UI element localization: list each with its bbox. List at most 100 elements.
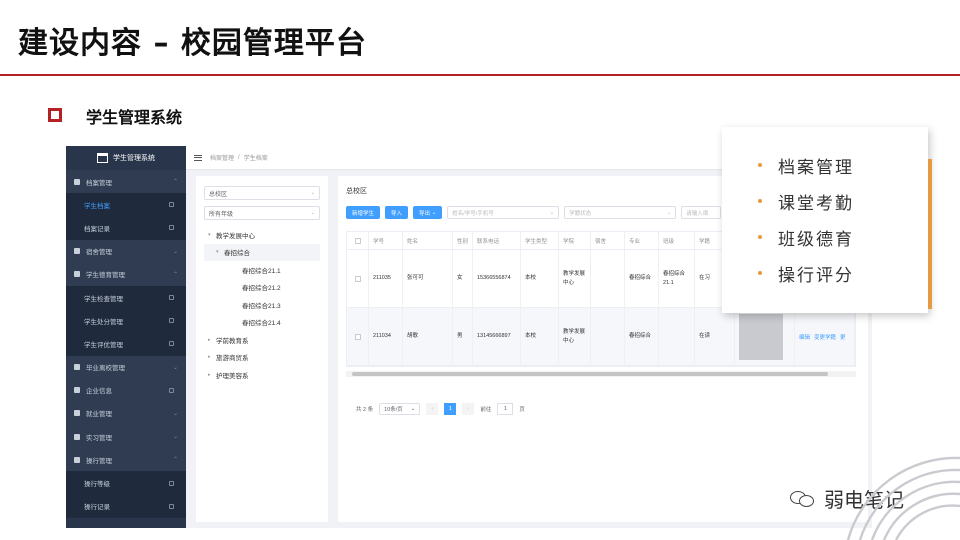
tree-expand-icon: ▸: [208, 354, 211, 361]
tree-node-label: 春招综合21.2: [242, 285, 281, 293]
chevron-icon: ⌄: [172, 434, 178, 441]
prev-page-button[interactable]: ‹: [426, 403, 439, 415]
tree-node[interactable]: ▾ 教学发展中心: [204, 226, 320, 244]
sidebar-header: 学生管理系统: [66, 146, 186, 170]
row-action-link[interactable]: 更: [840, 333, 846, 341]
sidebar-item[interactable]: 操行管理 ⌃: [66, 448, 186, 472]
row-action-link[interactable]: 编辑: [799, 333, 810, 341]
search-placeholder: 姓名/学号/手机号: [452, 210, 494, 217]
feature-list-item: 档案管理: [758, 147, 928, 183]
corner-decoration: [846, 456, 960, 540]
goto-label: 前往: [480, 407, 492, 413]
tree-node[interactable]: ▾ 春招综合: [204, 243, 320, 261]
table-cell: 211035: [369, 250, 403, 307]
tree-node[interactable]: 春招综合21.3: [204, 296, 320, 314]
next-page-button[interactable]: ›: [462, 403, 475, 415]
tree-node-label: 春招综合21.1: [242, 267, 281, 275]
feature-label: 档案管理: [778, 157, 854, 178]
feature-list-item: 班级德育: [758, 219, 928, 255]
org-tree-panel: 总校区 ⌄ 所有年级 ⌄ ▾ 教学发展中心 ▾ 春招综合春招综合21.1 春招综合21.…: [196, 176, 328, 522]
column-header: 联系电话: [473, 232, 521, 249]
sidebar-item-label: 学生档案: [84, 202, 110, 210]
column-header: 学院: [559, 232, 591, 249]
sidebar-item[interactable]: 学生德育管理 ⌃: [66, 262, 186, 286]
bullet-icon: [758, 163, 762, 167]
table-cell: 男: [453, 308, 473, 365]
import-button[interactable]: 导入: [385, 206, 409, 219]
sidebar-item[interactable]: 学生档案: [66, 193, 186, 217]
campus-select-value: 总校区: [209, 191, 228, 198]
status-select[interactable]: 学籍状态 ⌄: [564, 206, 677, 219]
sidebar-item[interactable]: 宿舍管理 ⌄: [66, 239, 186, 263]
sidebar-item[interactable]: 操行记录: [66, 494, 186, 518]
sidebar-item[interactable]: 实习管理 ⌄: [66, 425, 186, 449]
table-cell: 15366556874: [473, 250, 521, 307]
column-header: 学号: [369, 232, 403, 249]
grade-select[interactable]: 所有年级 ⌄: [204, 206, 320, 220]
breadcrumb-item[interactable]: 档案管理: [210, 153, 234, 162]
row-checkbox[interactable]: [347, 308, 369, 365]
dorm-input[interactable]: 请输入宿: [681, 206, 722, 219]
sidebar-item[interactable]: 毕业离校管理 ⌄: [66, 355, 186, 379]
tree-node[interactable]: ▸ 学前教育系: [204, 331, 320, 349]
section-bullet-icon: [48, 108, 62, 122]
menu-toggle-icon[interactable]: [194, 154, 202, 161]
row-checkbox[interactable]: [347, 250, 369, 307]
tree-node[interactable]: 春招综合21.1: [204, 261, 320, 279]
page-number-current[interactable]: 1: [444, 403, 457, 415]
bullet-icon: [758, 235, 762, 239]
actions-cell: 编辑 变更学籍更: [795, 308, 855, 365]
page-unit: 页: [519, 407, 525, 413]
column-header: 宿舍: [591, 232, 625, 249]
sidebar-item[interactable]: 操行等级: [66, 471, 186, 495]
select-all-checkbox[interactable]: [347, 232, 369, 249]
bullet-icon: [758, 199, 762, 203]
chevron-icon: ⌄: [172, 364, 178, 371]
sidebar-item-label: 档案管理: [86, 179, 112, 187]
lock-icon: [169, 503, 174, 509]
feature-list: 档案管理课堂考勤班级德育操行评分: [722, 127, 928, 291]
chevron-icon: ⌄: [172, 410, 178, 417]
goto-page-input[interactable]: 1: [497, 403, 514, 415]
sidebar-item[interactable]: 学生评优管理: [66, 332, 186, 356]
export-button[interactable]: 导出 ⌄: [413, 206, 443, 219]
table-cell: 女: [453, 250, 473, 307]
sidebar-item[interactable]: 学生检查管理: [66, 285, 186, 310]
breadcrumb-item: 学生档案: [243, 156, 268, 162]
add-student-button[interactable]: 新增学生: [346, 206, 381, 219]
chevron-icon: ⌄: [172, 248, 178, 255]
total-count: 共 2 条: [356, 407, 374, 413]
menu-item-icon: [74, 433, 80, 440]
search-input[interactable]: 姓名/学号/手机号 ⌄: [447, 206, 560, 219]
tree-node[interactable]: ▸ 旅游商贸系: [204, 349, 320, 367]
sidebar-item[interactable]: 就业管理 ⌄: [66, 401, 186, 426]
table-cell: 教学发展中心: [559, 308, 591, 365]
tree-node-label: 春招综合21.3: [242, 302, 281, 310]
tree-node[interactable]: 春招综合21.2: [204, 279, 320, 297]
sidebar-item[interactable]: 企业信息: [66, 378, 186, 402]
feature-label: 课堂考勤: [778, 193, 854, 214]
wechat-icon: [790, 489, 816, 509]
feature-list-item: 操行评分: [758, 255, 928, 291]
table-row[interactable]: 211034 胡歌男 13145666897 本校 教学发展中心 春招综合 在读 编辑 变更学籍…: [347, 308, 855, 366]
tree-node[interactable]: 春招综合21.4: [204, 314, 320, 332]
chevron-down-icon: ⌄: [410, 406, 416, 412]
lock-icon: [169, 341, 174, 347]
campus-select[interactable]: 总校区 ⌄: [204, 186, 320, 200]
table-cell: 胡歌: [403, 308, 453, 365]
photo-cell: [735, 308, 795, 365]
scrollbar-thumb[interactable]: [352, 372, 828, 376]
row-action-link[interactable]: 变更学籍: [814, 333, 836, 341]
sidebar-item[interactable]: 学生处分管理: [66, 309, 186, 333]
lock-icon: [169, 295, 174, 301]
page-size-select[interactable]: 10条/页 ⌄: [379, 403, 421, 415]
sidebar-item-label: 宿舍管理: [86, 249, 112, 257]
title-divider: [0, 74, 960, 76]
chevron-icon: ⌃: [172, 457, 178, 464]
horizontal-scrollbar[interactable]: [346, 371, 856, 377]
sidebar-item[interactable]: 档案管理 ⌃: [66, 170, 186, 194]
feature-label: 操行评分: [778, 265, 854, 286]
sidebar-item-label: 企业信息: [86, 388, 112, 396]
tree-node[interactable]: ▸ 护理美容系: [204, 366, 320, 384]
sidebar-item[interactable]: 档案记录: [66, 216, 186, 240]
